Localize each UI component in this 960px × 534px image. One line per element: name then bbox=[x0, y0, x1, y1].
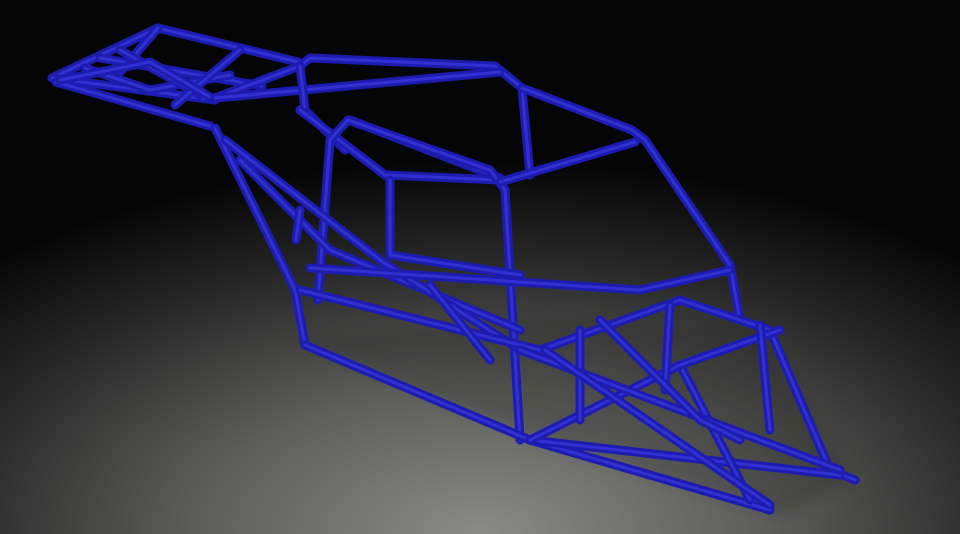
frame-tube-highlight bbox=[498, 140, 637, 184]
frame-tube bbox=[210, 123, 310, 350]
render-viewport bbox=[0, 0, 960, 534]
frame-tubes bbox=[47, 23, 860, 515]
frame-tube bbox=[385, 175, 525, 280]
chassis-frame-render bbox=[47, 23, 860, 515]
